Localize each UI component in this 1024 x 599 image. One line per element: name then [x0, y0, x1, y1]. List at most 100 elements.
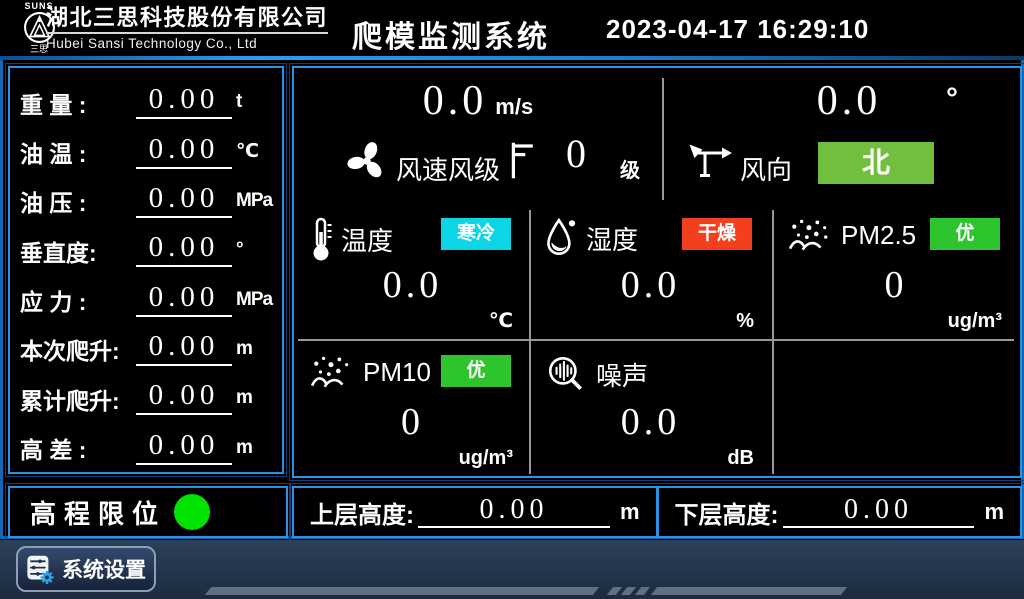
measure-label: 油 压 : [20, 189, 132, 218]
footer-stripe [651, 587, 847, 595]
sensor-cell-noise: 噪声 0.0 dB [533, 343, 768, 472]
sensor-name: PM10 [363, 357, 431, 388]
wind-direction-label: 风向 [740, 150, 792, 187]
particles-icon [788, 216, 832, 254]
wind-direction-degree-symbol: ° [946, 82, 958, 116]
measure-row-oil-temp: 油 温 : 0.00 ℃ [20, 125, 272, 169]
measure-value: 0.00 [136, 283, 232, 317]
sensor-name: 噪声 [596, 356, 648, 393]
noise-icon [545, 353, 587, 395]
measure-label: 应 力 : [20, 288, 132, 317]
sensor-cell-humidity: 湿度 干燥 0.0 % [533, 206, 768, 335]
wind-level-value: 0 [546, 134, 606, 174]
sensor-name: PM2.5 [841, 220, 916, 251]
upper-height-label: 上层高度: [310, 495, 414, 530]
sensor-unit: ℃ [489, 308, 513, 333]
sensor-head: 噪声 [545, 353, 648, 395]
lower-height-unit: m [984, 499, 1004, 525]
header-bar: SUNS 三思 湖北三思科技股份有限公司 Hubei Sansi Technol… [0, 0, 1024, 56]
upper-height-section: 上层高度: 0.00 m [294, 488, 656, 536]
system-settings-button[interactable]: 系统设置 [16, 546, 156, 592]
measure-row-oil-pressure: 油 压 : 0.00 MPa [20, 174, 272, 218]
company-name-block: 湖北三思科技股份有限公司 Hubei Sansi Technology Co.,… [46, 5, 328, 51]
wind-direction-value: 0.0 [744, 80, 954, 122]
measure-row-verticality: 垂直度: 0.00 ° [20, 223, 272, 267]
sensor-name: 湿度 [586, 220, 638, 257]
measure-value: 0.00 [136, 332, 232, 366]
wind-level-unit: 级 [620, 154, 640, 183]
settings-button-label: 系统设置 [62, 554, 146, 584]
footer-stripe-slash [635, 587, 650, 595]
status-badge: 优 [441, 355, 511, 387]
measure-row-current-climb: 本次爬升: 0.00 m [20, 322, 272, 366]
status-badge: 寒冷 [441, 218, 511, 250]
thermometer-icon [310, 216, 332, 262]
measure-unit: ℃ [236, 140, 272, 169]
company-name-cn: 湖北三思科技股份有限公司 [46, 5, 328, 34]
sensor-value: 0 [298, 403, 527, 441]
sensor-cell-temperature: 温度 寒冷 0.0 ℃ [298, 206, 527, 335]
measure-unit: t [236, 91, 272, 119]
measure-value: 0.00 [136, 381, 232, 415]
wind-section-divider [662, 78, 664, 200]
measure-value: 0.00 [136, 135, 232, 169]
datetime-display: 2023-04-17 16:29:10 [606, 14, 869, 45]
measure-row-stress: 应 力 : 0.00 MPa [20, 273, 272, 317]
measure-row-weight: 重 量 : 0.00 t [20, 75, 272, 119]
sensor-value: 0 [776, 266, 1016, 304]
wind-speed-value: 0.0 [423, 78, 488, 124]
grid-line-vertical [529, 210, 531, 474]
measure-label: 垂直度: [20, 239, 132, 268]
sensor-value: 0.0 [298, 266, 527, 304]
droplet-icon [545, 216, 577, 260]
sensor-cell-pm10: PM10 优 0 ug/m³ [298, 343, 527, 472]
measure-label: 重 量 : [20, 91, 132, 120]
wind-speed-label: 风速风级 [396, 150, 500, 187]
wind-vane-icon [688, 142, 734, 187]
sensor-cell-pm25: PM2.5 优 0 ug/m³ [776, 206, 1016, 335]
sensor-unit: ug/m³ [948, 310, 1002, 333]
sensor-name: 温度 [341, 221, 393, 258]
footer-stripe-slash [607, 587, 622, 595]
sensor-unit: % [736, 310, 754, 333]
status-badge: 优 [930, 218, 1000, 250]
sensor-value: 0.0 [533, 403, 768, 441]
measure-label: 高 差 : [20, 436, 132, 465]
measure-unit: m [236, 338, 272, 366]
particles-icon [310, 353, 354, 391]
lower-height-label: 下层高度: [675, 495, 779, 530]
sensor-unit: dB [727, 447, 754, 470]
monitor-screen: SUNS 三思 湖北三思科技股份有限公司 Hubei Sansi Technol… [0, 0, 1024, 599]
measure-unit: ° [236, 239, 272, 267]
measure-unit: MPa [236, 289, 272, 317]
sensor-unit: ug/m³ [459, 447, 513, 470]
page-title: 爬模监测系统 [352, 12, 550, 56]
measure-value: 0.00 [136, 431, 232, 465]
fan-icon [346, 140, 388, 187]
grid-line-horizontal [298, 339, 1014, 341]
measure-label: 油 温 : [20, 140, 132, 169]
wind-speed-display: 0.0m/s [294, 80, 662, 122]
measure-value: 0.00 [136, 233, 232, 267]
footer-bar: 系统设置 [0, 540, 1024, 599]
sensor-grid: 温度 寒冷 0.0 ℃ 湿度 干燥 0.0 % [294, 206, 1020, 476]
layer-heights-box: 上层高度: 0.00 m 下层高度: 0.00 m [292, 486, 1022, 538]
status-badge: 干燥 [682, 218, 752, 250]
measure-value: 0.00 [136, 85, 232, 119]
sensor-head: 湿度 [545, 216, 638, 260]
measure-unit: m [236, 437, 272, 465]
measure-value: 0.00 [136, 184, 232, 218]
lower-height-value: 0.00 [783, 496, 975, 528]
measure-label: 累计爬升: [20, 387, 132, 416]
measure-unit: MPa [236, 190, 272, 218]
elevation-limit-box: 高程限位 [8, 486, 288, 538]
upper-height-unit: m [620, 499, 640, 525]
sensor-head: PM2.5 [788, 216, 916, 254]
footer-stripe [205, 587, 599, 595]
measure-row-height-diff: 高 差 : 0.00 m [20, 421, 272, 465]
sensor-head: 温度 [310, 216, 393, 262]
measure-row-total-climb: 累计爬升: 0.00 m [20, 371, 272, 415]
settings-sliders-gear-icon [26, 548, 54, 590]
measure-label: 本次爬升: [20, 337, 132, 366]
wind-level-flag-icon [508, 138, 536, 187]
